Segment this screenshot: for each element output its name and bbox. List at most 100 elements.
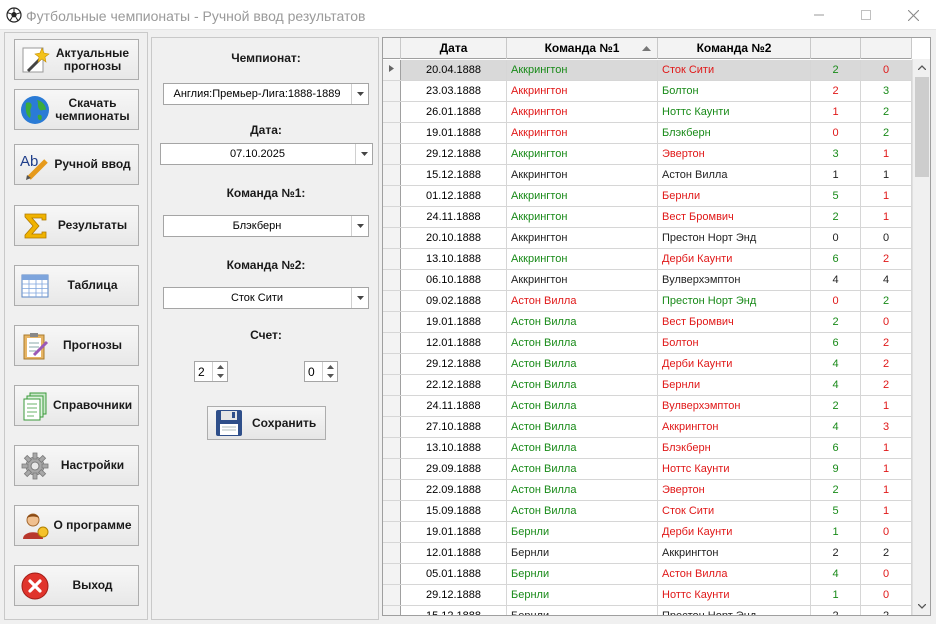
close-button[interactable] (890, 0, 936, 30)
table-row[interactable]: 29.12.1888 Бернли Ноттс Каунти 1 0 (383, 585, 912, 606)
row-indicator (383, 123, 401, 143)
table-row[interactable]: 22.09.1888 Астон Вилла Эвертон 2 1 (383, 480, 912, 501)
table-row[interactable]: 01.12.1888 Аккрингтон Бернли 5 1 (383, 186, 912, 207)
table-row[interactable]: 24.11.1888 Астон Вилла Вулверхэмптон 2 1 (383, 396, 912, 417)
date-value: 07.10.2025 (229, 148, 286, 160)
championship-value: Англия:Премьер-Лига:1888-1889 (173, 88, 341, 100)
cell-score2: 0 (861, 522, 912, 542)
column-header-date[interactable]: Дата (401, 38, 507, 59)
championship-select[interactable]: Англия:Премьер-Лига:1888-1889 (163, 83, 369, 105)
spin-up-icon[interactable] (323, 362, 337, 371)
score2-stepper[interactable]: 0 (304, 361, 338, 382)
sigma-icon (17, 208, 53, 244)
column-header-team2[interactable]: Команда №2 (658, 38, 811, 59)
team2-label: Команда №2: (226, 258, 306, 272)
cell-team1: Астон Вилла (507, 291, 658, 311)
spin-down-icon[interactable] (323, 371, 337, 380)
table-row[interactable]: 06.10.1888 Аккрингтон Вулверхэмптон 4 4 (383, 270, 912, 291)
cell-date: 19.01.1888 (401, 522, 507, 542)
table-row[interactable]: 24.11.1888 Аккрингтон Вест Бромвич 2 1 (383, 207, 912, 228)
table-row[interactable]: 27.10.1888 Астон Вилла Аккрингтон 4 3 (383, 417, 912, 438)
table-row[interactable]: 20.04.1888 Аккрингтон Сток Сити 2 0 (383, 60, 912, 81)
table-row[interactable]: 05.01.1888 Бернли Астон Вилла 4 0 (383, 564, 912, 585)
column-header-score1[interactable] (811, 38, 861, 59)
chevron-down-icon[interactable] (351, 216, 368, 236)
table-row[interactable]: 12.01.1888 Астон Вилла Болтон 6 2 (383, 333, 912, 354)
nav-button-about[interactable]: О программе (14, 505, 139, 546)
score1-value: 2 (198, 365, 205, 379)
table-row[interactable]: 15.12.1888 Аккрингтон Астон Вилла 1 1 (383, 165, 912, 186)
cell-score2: 0 (861, 564, 912, 584)
team1-select[interactable]: Блэкберн (163, 215, 369, 237)
table-row[interactable]: 29.12.1888 Астон Вилла Дерби Каунти 4 2 (383, 354, 912, 375)
table-row[interactable]: 19.01.1888 Бернли Дерби Каунти 1 0 (383, 522, 912, 543)
cell-date: 09.02.1888 (401, 291, 507, 311)
table-row[interactable]: 20.10.1888 Аккрингтон Престон Норт Энд 0 0 (383, 228, 912, 249)
table-row[interactable]: 19.01.1888 Аккрингтон Блэкберн 0 2 (383, 123, 912, 144)
cell-team2: Болтон (658, 333, 811, 353)
cell-team2: Астон Вилла (658, 165, 811, 185)
column-header-score2[interactable] (861, 38, 912, 59)
table-row[interactable]: 13.10.1888 Астон Вилла Блэкберн 6 1 (383, 438, 912, 459)
results-grid[interactable]: Дата Команда №1 Команда №2 20.04.1888 Акк… (382, 37, 931, 616)
cell-team2: Эвертон (658, 144, 811, 164)
table-row[interactable]: 26.01.1888 Аккрингтон Ноттс Каунти 1 2 (383, 102, 912, 123)
column-header-team1-label: Команда №1 (544, 41, 620, 55)
nav-button-download-championships[interactable]: Скачать чемпионаты (14, 89, 139, 130)
spin-up-icon[interactable] (213, 362, 227, 371)
score1-stepper[interactable]: 2 (194, 361, 228, 382)
row-indicator (383, 291, 401, 311)
cell-team2: Ноттс Каунти (658, 102, 811, 122)
cell-score2: 0 (861, 60, 912, 80)
globe-icon (17, 92, 53, 128)
table-row[interactable]: 15.09.1888 Астон Вилла Сток Сити 5 1 (383, 501, 912, 522)
scroll-up-icon[interactable] (913, 59, 930, 76)
nav-button-manual-input[interactable]: Ab Ручной ввод (14, 144, 139, 185)
nav-button-results[interactable]: Результаты (14, 205, 139, 246)
vertical-scrollbar[interactable] (912, 59, 930, 615)
documents-icon (17, 388, 53, 424)
minimize-icon (814, 14, 824, 16)
nav-label: О программе (53, 518, 132, 532)
cell-score2: 1 (861, 207, 912, 227)
table-row[interactable]: 22.12.1888 Астон Вилла Бернли 4 2 (383, 375, 912, 396)
column-header-team1[interactable]: Команда №1 (507, 38, 658, 59)
cell-team1: Аккрингтон (507, 207, 658, 227)
minimize-button[interactable] (796, 0, 842, 30)
table-row[interactable]: 13.10.1888 Аккрингтон Дерби Каунти 6 2 (383, 249, 912, 270)
scrollbar-thumb[interactable] (915, 77, 929, 177)
table-row[interactable]: 15.12.1888 Бернли Престон Норт Энд 2 2 (383, 606, 912, 615)
cell-date: 19.01.1888 (401, 312, 507, 332)
table-row[interactable]: 23.03.1888 Аккрингтон Болтон 2 3 (383, 81, 912, 102)
table-row[interactable]: 29.12.1888 Аккрингтон Эвертон 3 1 (383, 144, 912, 165)
cell-team1: Аккрингтон (507, 165, 658, 185)
chevron-down-icon[interactable] (351, 288, 368, 308)
cell-team1: Астон Вилла (507, 375, 658, 395)
grid-header: Дата Команда №1 Команда №2 (383, 38, 912, 59)
cell-score2: 2 (861, 606, 912, 615)
nav-button-directories[interactable]: Справочники (14, 385, 139, 426)
scroll-down-icon[interactable] (913, 598, 930, 615)
chevron-down-icon[interactable] (355, 144, 372, 164)
table-row[interactable]: 29.09.1888 Астон Вилла Ноттс Каунти 9 1 (383, 459, 912, 480)
maximize-button[interactable] (843, 0, 889, 30)
nav-button-current-forecasts[interactable]: Актуальные прогнозы (14, 39, 139, 80)
cell-score1: 6 (811, 249, 861, 269)
cell-team2: Блэкберн (658, 438, 811, 458)
chevron-down-icon[interactable] (351, 84, 368, 104)
cell-team2: Дерби Каунти (658, 354, 811, 374)
nav-button-table[interactable]: Таблица (14, 265, 139, 306)
cell-score1: 3 (811, 144, 861, 164)
nav-button-exit[interactable]: Выход (14, 565, 139, 606)
table-row[interactable]: 19.01.1888 Астон Вилла Вест Бромвич 2 0 (383, 312, 912, 333)
nav-button-forecasts[interactable]: Прогнозы (14, 325, 139, 366)
date-picker[interactable]: 07.10.2025 (160, 143, 373, 165)
table-row[interactable]: 12.01.1888 Бернли Аккрингтон 2 2 (383, 543, 912, 564)
spin-down-icon[interactable] (213, 371, 227, 380)
cell-team2: Ноттс Каунти (658, 585, 811, 605)
table-row[interactable]: 09.02.1888 Астон Вилла Престон Норт Энд 0 2 (383, 291, 912, 312)
nav-button-settings[interactable]: Настройки (14, 445, 139, 486)
team2-select[interactable]: Сток Сити (163, 287, 369, 309)
cell-score1: 2 (811, 81, 861, 101)
save-button[interactable]: Сохранить (207, 406, 326, 440)
